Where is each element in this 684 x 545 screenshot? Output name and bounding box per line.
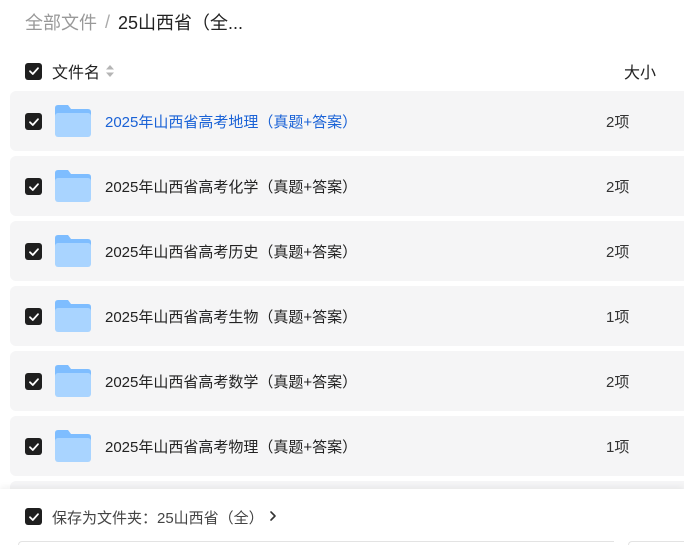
check-icon — [28, 247, 39, 256]
file-size: 2项 — [606, 114, 630, 131]
save-footer: 保存为文件夹：25山西省（全） — [0, 489, 684, 545]
file-name[interactable]: 2025年山西省高考化学（真题+答案） — [105, 176, 357, 197]
list-item[interactable]: 2025年山西省高考化学（真题+答案） 2项 — [10, 156, 684, 216]
breadcrumb-current: 25山西省（全... — [118, 13, 244, 33]
folder-icon — [55, 300, 91, 332]
folder-icon — [55, 105, 91, 137]
file-name[interactable]: 2025年山西省高考地理（真题+答案） — [105, 111, 357, 132]
file-size: 2项 — [606, 374, 630, 391]
file-list: 2025年山西省高考地理（真题+答案） 2项 2025年山西省高考化学（真题+答… — [10, 91, 684, 481]
footer-input-edge — [18, 541, 614, 545]
check-icon — [28, 312, 39, 321]
save-as-folder-checkbox[interactable] — [25, 508, 42, 525]
row-checkbox[interactable] — [25, 178, 42, 195]
row-checkbox[interactable] — [25, 373, 42, 390]
breadcrumb-root[interactable]: 全部文件 — [25, 9, 97, 35]
column-name-label[interactable]: 文件名 — [52, 59, 100, 83]
breadcrumb-separator: / — [105, 11, 111, 32]
file-size: 2项 — [606, 179, 630, 196]
folder-icon — [55, 235, 91, 267]
list-item[interactable]: 2025年山西省高考数学（真题+答案） 2项 — [10, 351, 684, 411]
file-name[interactable]: 2025年山西省高考数学（真题+答案） — [105, 371, 357, 392]
check-icon — [28, 377, 39, 386]
footer-button-edge — [628, 541, 684, 545]
folder-icon — [55, 430, 91, 462]
folder-icon — [55, 170, 91, 202]
save-as-folder-label: 保存为文件夹：25山西省（全） — [52, 510, 264, 527]
chevron-right-icon[interactable] — [268, 507, 278, 525]
check-icon — [28, 442, 39, 451]
sort-updown-icon[interactable] — [105, 64, 115, 78]
select-all-checkbox[interactable] — [25, 62, 42, 80]
list-item[interactable]: 2025年山西省高考物理（真题+答案） 1项 — [10, 416, 684, 476]
file-name[interactable]: 2025年山西省高考物理（真题+答案） — [105, 436, 357, 457]
row-checkbox[interactable] — [25, 243, 42, 260]
row-checkbox[interactable] — [25, 438, 42, 455]
column-size-label: 大小 — [624, 65, 657, 82]
file-size: 2项 — [606, 244, 630, 261]
folder-icon — [55, 365, 91, 397]
check-icon — [28, 117, 39, 126]
file-size: 1项 — [606, 309, 630, 326]
check-icon — [28, 182, 39, 191]
file-name[interactable]: 2025年山西省高考生物（真题+答案） — [105, 306, 357, 327]
check-icon — [28, 512, 39, 521]
breadcrumb: 全部文件 / 25山西省（全... — [25, 10, 243, 34]
list-item[interactable]: 2025年山西省高考地理（真题+答案） 2项 — [10, 91, 684, 151]
file-name[interactable]: 2025年山西省高考历史（真题+答案） — [105, 241, 357, 262]
check-icon — [28, 67, 39, 75]
file-save-dialog: 全部文件 / 25山西省（全... 文件名 大小 2025年山西省高考地理（真题… — [0, 0, 684, 545]
file-size: 1项 — [606, 439, 630, 456]
list-item[interactable]: 2025年山西省高考生物（真题+答案） 1项 — [10, 286, 684, 346]
list-header: 文件名 大小 — [25, 58, 665, 84]
row-checkbox[interactable] — [25, 113, 42, 130]
list-item[interactable]: 2025年山西省高考历史（真题+答案） 2项 — [10, 221, 684, 281]
row-checkbox[interactable] — [25, 308, 42, 325]
